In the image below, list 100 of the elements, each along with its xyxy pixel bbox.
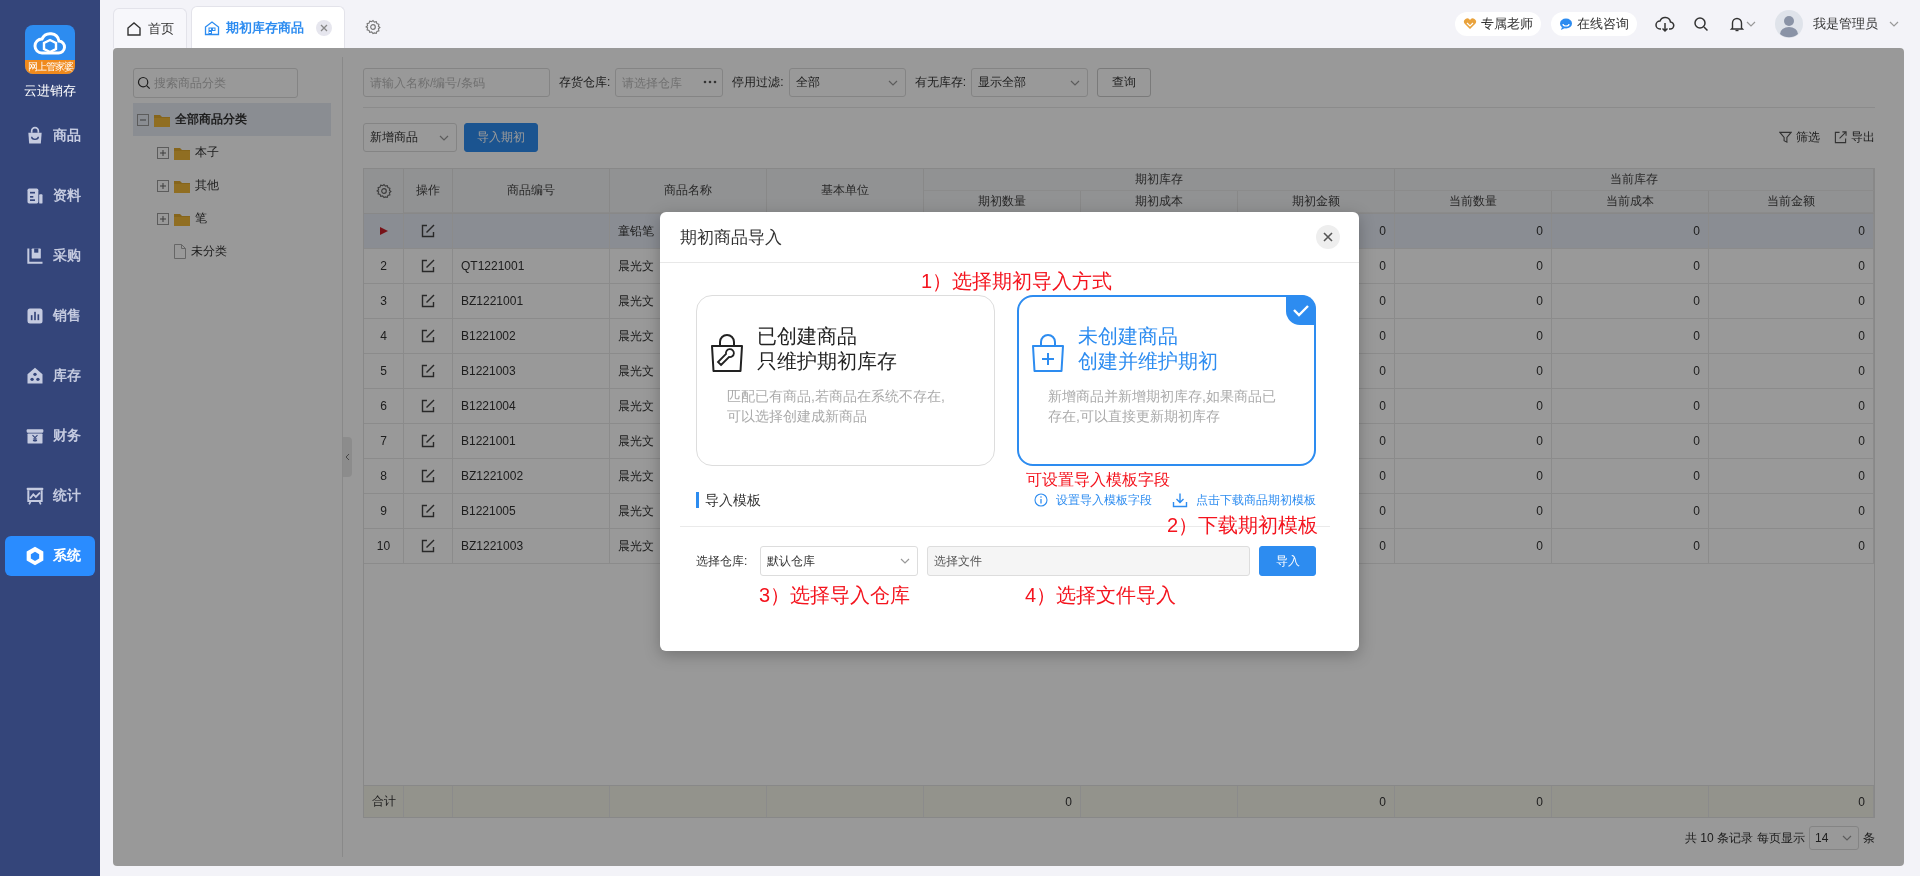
column-header: 操作 xyxy=(404,169,453,213)
table-cell: B1221002 xyxy=(461,329,516,343)
annotation-text: 可设置导入模板字段 xyxy=(1026,470,1170,490)
table-cell: 0 xyxy=(1065,794,1072,809)
table-cell: 0 xyxy=(1858,794,1865,809)
table-cell: 0 xyxy=(1379,294,1386,308)
table-cell: 0 xyxy=(1858,259,1865,273)
table-cell: 0 xyxy=(1858,434,1865,448)
table-cell: 0 xyxy=(1693,224,1700,238)
totals-label: 合计 xyxy=(372,793,396,810)
table-cell: 0 xyxy=(1379,259,1386,273)
table-cell: 晨光文 xyxy=(618,502,654,520)
app-name: 云进销存 xyxy=(24,82,76,100)
table-cell: 0 xyxy=(1858,329,1865,343)
table-cell: 晨光文 xyxy=(618,257,654,275)
row-number: 7 xyxy=(380,434,387,448)
field-label: 有无库存: xyxy=(914,74,967,91)
logo-text: 网上管家婆 xyxy=(25,60,75,74)
annotation-text: 3）选择导入仓库 xyxy=(759,583,911,607)
dialog-title: 期初商品导入 xyxy=(680,226,782,249)
table-cell: 0 xyxy=(1379,399,1386,413)
table-cell: 0 xyxy=(1693,294,1700,308)
table-cell: 0 xyxy=(1379,794,1386,809)
table-cell: 0 xyxy=(1379,434,1386,448)
table-cell: 晨光文 xyxy=(618,327,654,345)
row-number: 3 xyxy=(380,294,387,308)
per-page-unit: 条 xyxy=(1863,829,1875,847)
table-cell: 0 xyxy=(1858,224,1865,238)
row-number: 8 xyxy=(380,469,387,483)
row-number: 5 xyxy=(380,364,387,378)
table-cell: 0 xyxy=(1693,329,1700,343)
table-cell: 0 xyxy=(1379,539,1386,553)
table-cell: B1221004 xyxy=(461,399,516,413)
table-cell: 0 xyxy=(1693,469,1700,483)
table-cell: 0 xyxy=(1379,469,1386,483)
table-cell: 0 xyxy=(1536,294,1543,308)
row-number: 2 xyxy=(380,259,387,273)
table-cell: BZ1221001 xyxy=(461,294,524,308)
table-cell: 0 xyxy=(1858,504,1865,518)
table-cell: 0 xyxy=(1536,539,1543,553)
table-cell: 晨光文 xyxy=(618,397,654,415)
column-group-header: 当前库存 xyxy=(1395,169,1874,191)
table-cell: 0 xyxy=(1536,434,1543,448)
table-cell: 晨光文 xyxy=(618,292,654,310)
row-number: 6 xyxy=(380,399,387,413)
field-label: 选择仓库: xyxy=(696,552,749,570)
table-cell: B1221001 xyxy=(461,434,516,448)
table-cell: 0 xyxy=(1693,364,1700,378)
column-header: 当前数量 xyxy=(1395,191,1552,213)
row-number: 4 xyxy=(380,329,387,343)
table-cell: 0 xyxy=(1536,504,1543,518)
table-cell: 晨光文 xyxy=(618,432,654,450)
table-cell: 晨光文 xyxy=(618,467,654,485)
table-cell: 0 xyxy=(1858,539,1865,553)
table-cell: 晨光文 xyxy=(618,362,654,380)
table-cell: 0 xyxy=(1858,294,1865,308)
annotation-text: 1）选择期初导入方式 xyxy=(921,269,1113,293)
table-cell: 0 xyxy=(1693,434,1700,448)
table-cell: B1221005 xyxy=(461,504,516,518)
table-cell: 0 xyxy=(1536,259,1543,273)
field-label: 存货仓库: xyxy=(559,74,611,91)
table-cell: BZ1221002 xyxy=(461,469,524,483)
table-cell: 0 xyxy=(1536,224,1543,238)
table-cell: 童铅笔 xyxy=(618,222,654,240)
table-cell: 0 xyxy=(1536,329,1543,343)
column-header: 当前成本 xyxy=(1552,191,1709,213)
table-cell: QT1221001 xyxy=(461,259,525,273)
column-header: 商品编号 xyxy=(453,169,610,213)
table-cell: 0 xyxy=(1536,794,1543,809)
row-number: 10 xyxy=(376,539,391,553)
option-title: 未创建商品 xyxy=(1078,324,1179,349)
table-cell: 0 xyxy=(1379,224,1386,238)
table-cell: B1221003 xyxy=(461,364,516,378)
table-cell: 0 xyxy=(1536,364,1543,378)
table-cell: 0 xyxy=(1858,469,1865,483)
annotation-text: 2）下载期初模板 xyxy=(1167,513,1319,537)
table-cell: 0 xyxy=(1693,504,1700,518)
table-cell: BZ1221003 xyxy=(461,539,524,553)
row-number: 9 xyxy=(380,504,387,518)
table-cell: 0 xyxy=(1858,399,1865,413)
table-cell: 0 xyxy=(1536,399,1543,413)
table-cell: 0 xyxy=(1693,259,1700,273)
option-description: 新增商品并新增期初库存,如果商品已存在,可以直接更新期初库存 xyxy=(1048,387,1277,426)
option-title: 已创建商品 xyxy=(757,324,858,349)
field-label: 停用过滤: xyxy=(732,74,784,91)
table-cell: 0 xyxy=(1536,469,1543,483)
table-cell: 晨光文 xyxy=(618,537,654,555)
column-header: 当前金额 xyxy=(1709,191,1874,213)
option-description: 匹配已有商品,若商品在系统不存在,可以选择创建成新商品 xyxy=(727,387,946,426)
table-cell: 0 xyxy=(1693,399,1700,413)
table-cell: 0 xyxy=(1379,504,1386,518)
table-cell: 0 xyxy=(1379,364,1386,378)
table-cell: 0 xyxy=(1858,364,1865,378)
column-group-header: 期初库存 xyxy=(924,169,1395,191)
record-count: 共 10 条记录 xyxy=(1685,829,1753,847)
section-heading: 导入模板 xyxy=(696,492,761,508)
table-cell: 0 xyxy=(1693,539,1700,553)
per-page-label: 每页显示 xyxy=(1757,829,1805,847)
annotation-text: 4）选择文件导入 xyxy=(1025,583,1177,607)
table-cell: 0 xyxy=(1379,329,1386,343)
